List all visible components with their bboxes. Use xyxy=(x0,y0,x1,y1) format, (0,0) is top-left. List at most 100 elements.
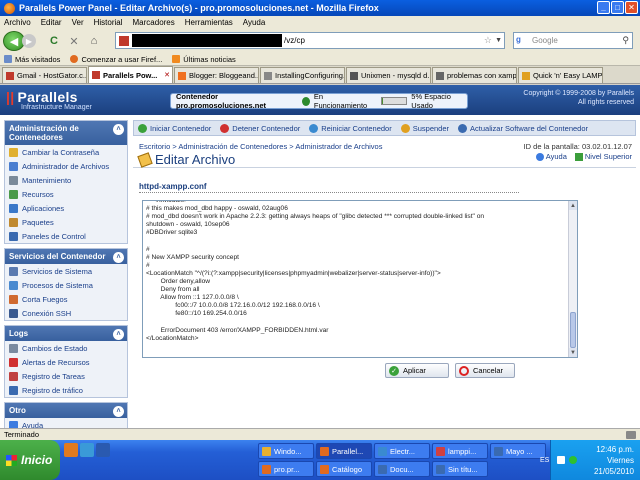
running-status-icon xyxy=(301,96,310,106)
sidebar-item-label: Ayuda xyxy=(22,420,44,429)
cancel-button[interactable]: Cancelar xyxy=(455,363,515,378)
menu-ayuda[interactable]: Ayuda xyxy=(243,18,266,27)
sidebar-item[interactable]: Administrador de Archivos xyxy=(5,159,127,173)
taskbar-button[interactable]: Sin títu... xyxy=(432,461,488,477)
taskbar-button-label: Sin títu... xyxy=(448,464,478,474)
scroll-thumb[interactable] xyxy=(570,312,576,348)
bookmark-most-visited[interactable]: Más visitados xyxy=(4,55,60,64)
sidebar-item-label: Procesos de Sistema xyxy=(22,280,93,290)
sidebar-item[interactable]: Paquetes xyxy=(5,215,127,229)
taskbar-button[interactable]: Mayo ... xyxy=(490,443,546,459)
sidebar-item[interactable]: Mantenimiento xyxy=(5,173,127,187)
search-icon[interactable]: ⚲ xyxy=(622,35,629,46)
taskbar-button[interactable]: Electr... xyxy=(374,443,430,459)
file-content[interactable]: </IfModule> # this makes mod_dbd happy -… xyxy=(143,201,577,343)
action-label: Actualizar Software del Contenedor xyxy=(470,123,588,133)
apply-button[interactable]: ✓ Aplicar xyxy=(385,363,449,378)
minimize-button[interactable]: _ xyxy=(597,1,610,14)
url-text: /vz/cp xyxy=(284,36,305,45)
menu-editar[interactable]: Editar xyxy=(41,18,62,27)
browser-tab[interactable]: Gmail - HostGator.c... xyxy=(2,67,87,83)
form-buttons: ✓ Aplicar Cancelar xyxy=(385,363,515,378)
collapse-icon[interactable]: ˄ xyxy=(113,406,124,417)
browser-tab[interactable]: Blogger: Bloggeand... xyxy=(174,67,259,83)
reload-button[interactable]: C xyxy=(46,33,62,49)
address-bar[interactable]: /vz/cp ☆ ▼ xyxy=(115,32,505,49)
sidebar-item-icon xyxy=(9,343,18,353)
container-action[interactable]: Iniciar Contenedor xyxy=(138,123,211,133)
taskbar-button[interactable]: lamppi... xyxy=(432,443,488,459)
taskbar-button[interactable]: pro.pr... xyxy=(258,461,314,477)
sidebar-item[interactable]: Registro de tráfico xyxy=(5,383,127,397)
sidebar-item[interactable]: Procesos de Sistema xyxy=(5,278,127,292)
sidebar-item[interactable]: Recursos xyxy=(5,187,127,201)
menu-archivo[interactable]: Archivo xyxy=(4,18,31,27)
help-link[interactable]: Ayuda xyxy=(535,152,567,161)
maximize-button[interactable]: □ xyxy=(611,1,624,14)
clock[interactable]: 12:46 p.m. Viernes 21/05/2010 xyxy=(594,444,634,477)
breadcrumb[interactable]: Escritorio > Administración de Contenedo… xyxy=(139,142,382,151)
search-bar[interactable]: g Google ⚲ xyxy=(513,32,633,49)
sidebar-item[interactable]: Corta Fuegos xyxy=(5,292,127,306)
tab-label: InstallingConfiguring... xyxy=(275,71,345,80)
sidebar-item[interactable]: Servicios de Sistema xyxy=(5,264,127,278)
sidebar-item[interactable]: Aplicaciones xyxy=(5,201,127,215)
url-dropdown-icon[interactable]: ▼ xyxy=(495,37,502,44)
container-action[interactable]: Actualizar Software del Contenedor xyxy=(458,123,588,133)
up-level-link[interactable]: Nivel Superior xyxy=(574,152,632,161)
taskbar-app-icon xyxy=(320,464,329,474)
scroll-up-arrow-icon[interactable]: ▲ xyxy=(569,201,577,210)
taskbar-button[interactable]: Windo... xyxy=(258,443,314,459)
bookmark-latest-news[interactable]: Últimas noticias xyxy=(172,55,236,64)
collapse-icon[interactable]: ˄ xyxy=(113,252,124,263)
browser-tab[interactable]: Unixmen - mysqld d... xyxy=(346,67,431,83)
ie-quicklaunch-icon[interactable] xyxy=(80,443,94,457)
search-placeholder: Google xyxy=(532,36,558,45)
sidebar-section-header[interactable]: Servicios del Contenedor ˄ xyxy=(5,249,127,264)
sidebar-item-label: Cambiar la Contraseña xyxy=(22,147,100,157)
network-icon[interactable] xyxy=(569,456,577,464)
stop-button[interactable]: ✕ xyxy=(66,33,82,49)
container-action[interactable]: Suspender xyxy=(400,123,449,133)
close-window-button[interactable]: ✕ xyxy=(625,1,638,14)
menu-historial[interactable]: Historial xyxy=(94,18,123,27)
sidebar-item[interactable]: Paneles de Control xyxy=(5,229,127,243)
taskbar-app-icon xyxy=(320,446,329,456)
collapse-icon[interactable]: ˄ xyxy=(113,124,124,135)
sidebar-item[interactable]: Alertas de Recursos xyxy=(5,355,127,369)
container-action[interactable]: Reiniciar Contenedor xyxy=(309,123,392,133)
container-action[interactable]: Detener Contenedor xyxy=(220,123,300,133)
bookmark-star-icon[interactable]: ☆ xyxy=(484,35,492,46)
sidebar-item[interactable]: Cambios de Estado xyxy=(5,341,127,355)
show-desktop-icon[interactable] xyxy=(96,443,110,457)
sidebar-section-header[interactable]: Logs ˄ xyxy=(5,326,127,341)
sidebar-section-header[interactable]: Administración de Contenedores ˄ xyxy=(5,121,127,145)
editor-scrollbar[interactable]: ▲ ▼ xyxy=(568,201,577,357)
taskbar-button[interactable]: Docu... xyxy=(374,461,430,477)
sidebar-item[interactable]: Cambiar la Contraseña xyxy=(5,145,127,159)
menu-ver[interactable]: Ver xyxy=(72,18,84,27)
menu-herramientas[interactable]: Herramientas xyxy=(185,18,233,27)
taskbar-button[interactable]: Catálogo xyxy=(316,461,372,477)
forward-button[interactable]: ▶ xyxy=(22,34,36,48)
sidebar-item[interactable]: Registro de Tareas xyxy=(5,369,127,383)
sidebar-section-header[interactable]: Otro ˄ xyxy=(5,403,127,418)
language-indicator[interactable]: ES xyxy=(540,457,549,464)
home-button[interactable]: ⌂ xyxy=(86,33,102,49)
scroll-down-arrow-icon[interactable]: ▼ xyxy=(569,348,577,357)
browser-tab[interactable]: Parallels Pow... ✕ xyxy=(88,66,173,83)
collapse-icon[interactable]: ˄ xyxy=(113,329,124,340)
start-button[interactable]: Inicio xyxy=(0,440,60,480)
tab-close-icon[interactable]: ✕ xyxy=(164,71,170,79)
browser-tab[interactable]: problemas con xamp... xyxy=(432,67,517,83)
taskbar-button[interactable]: Parallel... xyxy=(316,443,372,459)
firefox-quicklaunch-icon[interactable] xyxy=(64,443,78,457)
sidebar-item[interactable]: Conexión SSH xyxy=(5,306,127,320)
file-editor-textarea[interactable]: </IfModule> # this makes mod_dbd happy -… xyxy=(142,200,578,358)
browser-tab[interactable]: InstallingConfiguring... xyxy=(260,67,345,83)
menu-marcadores[interactable]: Marcadores xyxy=(133,18,175,27)
browser-tab[interactable]: Quick 'n' Easy LAMP ... xyxy=(518,67,603,83)
volume-icon[interactable] xyxy=(557,456,565,464)
sidebar-item[interactable]: Ayuda xyxy=(5,418,127,428)
bookmark-getting-started[interactable]: Comenzar a usar Firef... xyxy=(70,55,162,64)
